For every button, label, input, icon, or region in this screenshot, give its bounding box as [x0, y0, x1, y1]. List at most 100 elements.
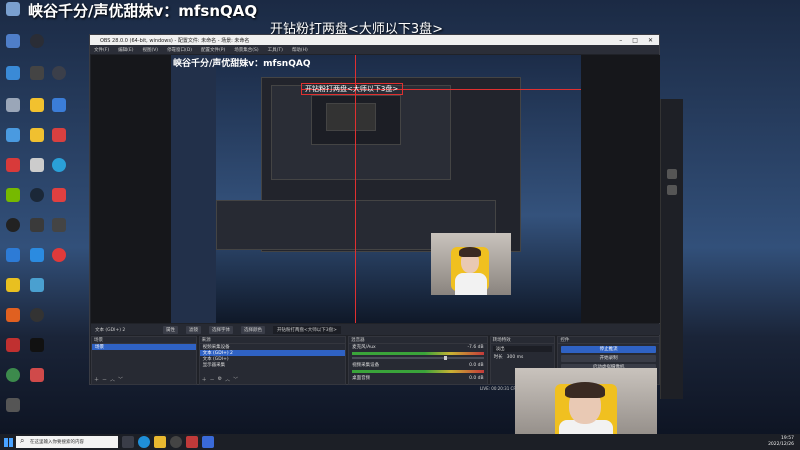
desktop-icon[interactable]	[26, 218, 48, 246]
filters-button[interactable]: 滤镜	[186, 325, 201, 334]
side-window-icon	[667, 185, 677, 195]
close-icon[interactable]: ✕	[648, 37, 653, 44]
sources-header: 来源	[199, 337, 346, 344]
duration-value[interactable]: 300 ms	[507, 355, 524, 360]
edge-icon[interactable]	[138, 436, 150, 448]
scenes-footer: ＋ － ︿ ﹀	[94, 376, 123, 383]
move-down-icon[interactable]: ﹀	[233, 376, 238, 383]
scenes-header: 场景	[92, 337, 196, 344]
minimize-icon[interactable]: –	[619, 37, 622, 44]
mixer-dock: 混音器 麦克风/Aux -7.6 dB 视频采集设备 0.0 dB 桌面音频 0…	[348, 336, 488, 385]
desktop-icon[interactable]	[48, 158, 70, 186]
desktop-icon[interactable]	[2, 158, 24, 186]
menu-scene-collection[interactable]: 场景集合(S)	[234, 47, 258, 53]
desktop-icon[interactable]	[26, 158, 48, 186]
desktop-icon[interactable]	[26, 188, 48, 216]
move-up-icon[interactable]: ︿	[225, 376, 230, 383]
menu-profile[interactable]: 配置文件(P)	[201, 47, 225, 53]
transitions-header: 转场特效	[490, 337, 555, 344]
add-icon[interactable]: ＋	[94, 376, 99, 383]
sources-footer: ＋ － ⚙ ︿ ﹀	[202, 376, 239, 383]
menu-tools[interactable]: 工具(T)	[268, 47, 283, 53]
obs-titlebar[interactable]: OBS 28.0.0 (64-bit, windows) - 配置文件: 未命名…	[90, 35, 659, 45]
properties-button[interactable]: 属性	[163, 325, 178, 334]
obs-window[interactable]: OBS 28.0.0 (64-bit, windows) - 配置文件: 未命名…	[89, 34, 660, 385]
text-value-field[interactable]: 开钻粉打两盘<大师以下3盘>	[273, 325, 341, 334]
desktop-icon[interactable]	[2, 308, 24, 336]
desktop-icon[interactable]	[2, 34, 24, 62]
desktop-icon[interactable]	[2, 278, 24, 306]
app-icon[interactable]	[186, 436, 198, 448]
desktop-icon[interactable]	[26, 278, 48, 306]
desktop-icon[interactable]	[2, 2, 24, 30]
desktop-icon[interactable]	[2, 188, 24, 216]
desktop-icon[interactable]	[48, 66, 70, 94]
select-color-button[interactable]: 选择颜色	[241, 325, 265, 334]
mixer-channel: 麦克风/Aux -7.6 dB	[349, 344, 487, 351]
preview-frame: 峡谷千分/声优甜妹v：mfsnQAQ 开钻粉打两盘<大师以下3盘>	[171, 55, 581, 323]
desktop-icon[interactable]	[26, 338, 48, 366]
desktop-icon[interactable]	[2, 128, 24, 156]
move-up-icon[interactable]: ︿	[110, 376, 115, 383]
desktop-icon[interactable]	[26, 308, 48, 336]
desktop-icon[interactable]	[26, 34, 48, 62]
source-item[interactable]: 显示器采集	[200, 362, 345, 368]
task-view-icon[interactable]	[122, 436, 134, 448]
desktop-icon[interactable]	[26, 66, 48, 94]
menu-help[interactable]: 帮助(H)	[292, 47, 308, 53]
taskbar-search-input[interactable]: 在这里输入你要搜索的内容	[16, 436, 118, 448]
stop-streaming-button[interactable]: 停止推流	[561, 346, 656, 353]
explorer-icon[interactable]	[154, 436, 166, 448]
desktop-icon[interactable]	[2, 98, 24, 126]
menu-view[interactable]: 视图(V)	[142, 47, 158, 53]
mixer-channel: 桌面音频 0.0 dB	[349, 375, 487, 382]
add-icon[interactable]: ＋	[202, 376, 207, 383]
start-recording-button[interactable]: 开始录制	[561, 355, 656, 362]
move-down-icon[interactable]: ﹀	[118, 376, 123, 383]
side-window[interactable]	[660, 99, 683, 399]
maximize-icon[interactable]: □	[632, 37, 638, 44]
window-title: OBS 28.0.0 (64-bit, windows) - 配置文件: 未命名…	[100, 37, 250, 44]
menu-edit[interactable]: 编辑(E)	[118, 47, 133, 53]
remove-icon[interactable]: －	[102, 376, 107, 383]
obs-icon[interactable]	[170, 436, 182, 448]
desktop-icon[interactable]	[2, 248, 24, 276]
window-controls: – □ ✕	[619, 37, 659, 44]
transition-type-select[interactable]: 淡出	[492, 346, 553, 352]
desktop-icon[interactable]	[48, 128, 70, 156]
desktop-icon[interactable]	[26, 128, 48, 156]
source-toolbar: 文本 (GDI+) 2 属性 滤镜 选择字体 选择颜色 开钻粉打两盘<大师以下3…	[91, 324, 660, 335]
scene-item[interactable]: 场景	[92, 344, 196, 350]
menu-file[interactable]: 文件(F)	[94, 47, 109, 53]
preview-title-text: 峡谷千分/声优甜妹v：mfsnQAQ	[173, 59, 311, 69]
remove-icon[interactable]: －	[210, 376, 215, 383]
active-source-label: 文本 (GDI+) 2	[95, 327, 126, 333]
clock-date: 2022/12/26	[768, 442, 794, 447]
windows-icon	[3, 437, 13, 447]
gear-icon[interactable]: ⚙	[218, 376, 222, 383]
volume-slider[interactable]	[352, 356, 484, 360]
desktop-icon[interactable]	[2, 398, 24, 426]
desktop-icon[interactable]	[2, 66, 24, 94]
transition-duration-row: 时长 300 ms	[491, 354, 555, 361]
select-font-button[interactable]: 选择字体	[209, 325, 233, 334]
menu-docks[interactable]: 停靠窗口(D)	[167, 47, 192, 53]
desktop-icon[interactable]	[26, 98, 48, 126]
menu-bar: 文件(F) 编辑(E) 视图(V) 停靠窗口(D) 配置文件(P) 场景集合(S…	[90, 45, 659, 54]
desktop-icon[interactable]	[26, 248, 48, 276]
start-button[interactable]	[0, 434, 16, 450]
desktop-icon[interactable]	[2, 368, 24, 396]
app-icon[interactable]	[202, 436, 214, 448]
desktop-icon[interactable]	[2, 338, 24, 366]
taskbar: 在这里输入你要搜索的内容 19:57 2022/12/26	[0, 434, 800, 450]
channel-db: -7.6 dB	[467, 344, 484, 350]
desktop-icon[interactable]	[26, 368, 48, 396]
desktop-icon[interactable]	[48, 188, 70, 216]
taskbar-clock[interactable]: 19:57 2022/12/26	[768, 436, 800, 448]
desktop-icon[interactable]	[48, 98, 70, 126]
preview-canvas[interactable]: 峡谷千分/声优甜妹v：mfsnQAQ 开钻粉打两盘<大师以下3盘>	[91, 55, 660, 323]
overlay-title: 峡谷千分/声优甜妹v：mfsnQAQ	[28, 2, 258, 20]
desktop-icon[interactable]	[48, 248, 70, 276]
desktop-icon[interactable]	[48, 218, 70, 246]
desktop-icon[interactable]	[2, 218, 24, 246]
